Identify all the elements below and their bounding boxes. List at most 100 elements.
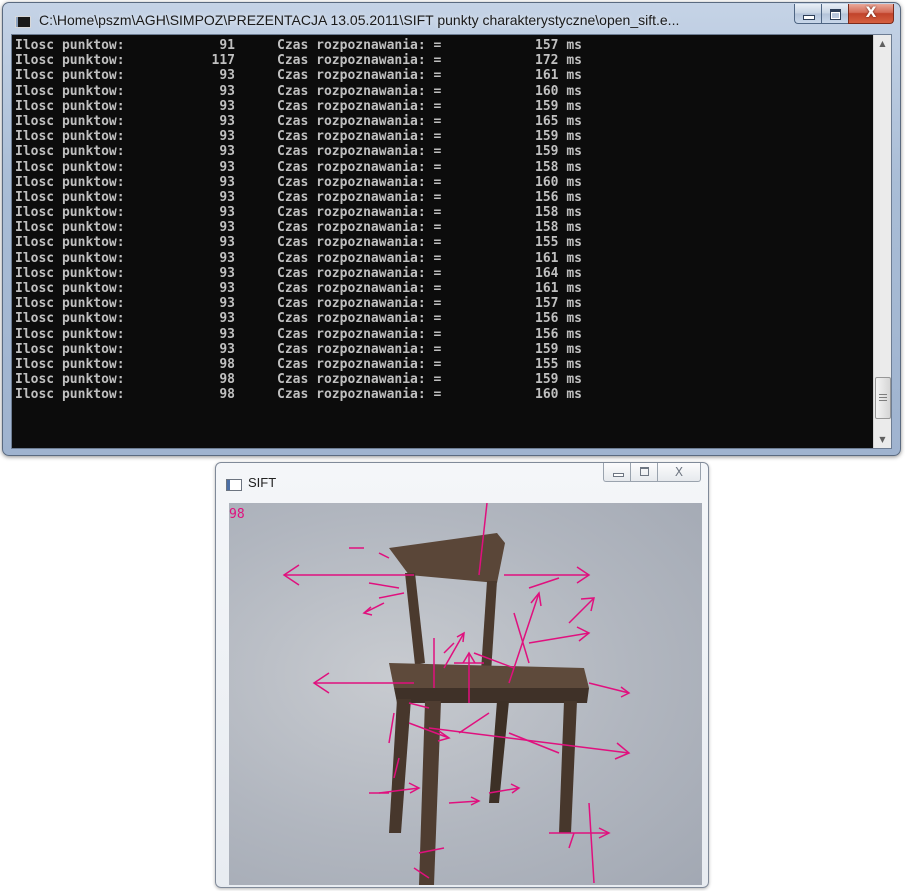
- chair-back-post: [405, 573, 425, 665]
- time-unit: ms: [566, 189, 582, 205]
- points-value: 93: [219, 341, 235, 357]
- time-label: Czas rozpoznawania: =: [277, 205, 442, 221]
- sift-minimize-button[interactable]: [603, 463, 630, 482]
- points-value: 93: [219, 250, 235, 266]
- console-line: Ilosc punktow: 93 Czas rozpoznawania: = 158…: [15, 160, 870, 175]
- time-number: 158: [535, 205, 559, 221]
- console-window-title: C:\Home\pszm\AGH\SIMPOZ\PREZENTACJA 13.0…: [39, 12, 680, 28]
- time-number: 158: [535, 220, 559, 236]
- console-titlebar[interactable]: C:\Home\pszm\AGH\SIMPOZ\PREZENTACJA 13.0…: [3, 3, 900, 35]
- points-value: 93: [219, 265, 235, 281]
- maximize-icon: [640, 467, 649, 476]
- time-number: 155: [535, 235, 559, 251]
- close-icon: X: [865, 5, 877, 21]
- time-label: Czas rozpoznawania: =: [277, 356, 442, 372]
- console-line: Ilosc punktow: 98 Czas rozpoznawania: = 160…: [15, 387, 870, 402]
- points-value: 91: [219, 38, 235, 53]
- time-unit: ms: [566, 129, 582, 145]
- time-value: 160 ms: [535, 175, 582, 190]
- app-window-icon[interactable]: [226, 479, 242, 491]
- time-label: Czas rozpoznawania: =: [277, 53, 442, 69]
- minimize-icon: [613, 473, 624, 477]
- time-unit: ms: [566, 220, 582, 236]
- sift-maximize-button[interactable]: [630, 463, 657, 482]
- time-unit: ms: [566, 38, 582, 53]
- time-number: 157: [535, 296, 559, 312]
- time-value: 161 ms: [535, 281, 582, 296]
- chevron-down-icon[interactable]: ▼: [874, 431, 891, 448]
- points-label: Ilosc punktow:: [15, 311, 125, 327]
- time-label: Czas rozpoznawania: =: [277, 311, 442, 327]
- console-line: Ilosc punktow: 93 Czas rozpoznawania: = 161…: [15, 251, 870, 266]
- points-value: 93: [219, 281, 235, 296]
- time-label: Czas rozpoznawania: =: [277, 220, 442, 236]
- console-line: Ilosc punktow: 93 Czas rozpoznawania: = 159…: [15, 129, 870, 144]
- console-minimize-button[interactable]: [794, 4, 821, 24]
- time-number: 159: [535, 341, 559, 357]
- scrollbar-thumb[interactable]: [875, 377, 891, 419]
- console-line: Ilosc punktow: 93 Czas rozpoznawania: = 165…: [15, 114, 870, 129]
- console-line: Ilosc punktow: 93 Czas rozpoznawania: = 159…: [15, 342, 870, 357]
- time-unit: ms: [566, 311, 582, 327]
- console-lines: Ilosc punktow: 91 Czas rozpoznawania: = 157…: [15, 38, 870, 403]
- sift-window: SIFT X 98: [215, 462, 709, 888]
- console-output-area[interactable]: Ilosc punktow: 91 Czas rozpoznawania: = 157…: [11, 34, 892, 449]
- time-value: 155 ms: [535, 235, 582, 250]
- points-label: Ilosc punktow:: [15, 98, 125, 114]
- time-number: 156: [535, 189, 559, 205]
- points-value: 93: [219, 174, 235, 190]
- points-label: Ilosc punktow:: [15, 387, 125, 403]
- time-number: 165: [535, 113, 559, 129]
- time-value: 157 ms: [535, 296, 582, 311]
- points-value: 93: [219, 68, 235, 84]
- console-line: Ilosc punktow: 93 Czas rozpoznawania: = 160…: [15, 175, 870, 190]
- time-number: 161: [535, 250, 559, 266]
- points-label: Ilosc punktow:: [15, 341, 125, 357]
- time-unit: ms: [566, 296, 582, 312]
- time-number: 161: [535, 281, 559, 296]
- points-value: 93: [219, 326, 235, 342]
- time-unit: ms: [566, 174, 582, 190]
- time-unit: ms: [566, 159, 582, 175]
- time-label: Czas rozpoznawania: =: [277, 98, 442, 114]
- time-label: Czas rozpoznawania: =: [277, 113, 442, 129]
- console-line: Ilosc punktow: 93 Czas rozpoznawania: = 158…: [15, 205, 870, 220]
- sift-close-button[interactable]: X: [657, 463, 701, 482]
- time-value: 158 ms: [535, 160, 582, 175]
- time-label: Czas rozpoznawania: =: [277, 326, 442, 342]
- time-number: 159: [535, 144, 559, 160]
- points-label: Ilosc punktow:: [15, 235, 125, 251]
- vertical-scrollbar[interactable]: ▲ ▼: [873, 35, 891, 448]
- points-label: Ilosc punktow:: [15, 205, 125, 221]
- time-number: 156: [535, 326, 559, 342]
- chevron-up-icon[interactable]: ▲: [874, 35, 891, 52]
- time-label: Czas rozpoznawania: =: [277, 189, 442, 205]
- points-value: 93: [219, 189, 235, 205]
- console-line: Ilosc punktow: 98 Czas rozpoznawania: = 159…: [15, 372, 870, 387]
- points-label: Ilosc punktow:: [15, 220, 125, 236]
- time-number: 159: [535, 98, 559, 114]
- sift-point-count: 98: [229, 507, 245, 522]
- chair-seat: [389, 663, 589, 688]
- time-unit: ms: [566, 265, 582, 281]
- console-line: Ilosc punktow: 93 Czas rozpoznawania: = 164…: [15, 266, 870, 281]
- time-unit: ms: [566, 356, 582, 372]
- points-value: 93: [219, 98, 235, 114]
- time-value: 161 ms: [535, 68, 582, 83]
- time-unit: ms: [566, 372, 582, 388]
- points-label: Ilosc punktow:: [15, 372, 125, 388]
- time-value: 155 ms: [535, 357, 582, 372]
- time-label: Czas rozpoznawania: =: [277, 341, 442, 357]
- points-label: Ilosc punktow:: [15, 53, 125, 69]
- time-value: 156 ms: [535, 311, 582, 326]
- time-unit: ms: [566, 235, 582, 251]
- console-close-button[interactable]: X: [848, 4, 894, 24]
- time-unit: ms: [566, 83, 582, 99]
- time-value: 161 ms: [535, 251, 582, 266]
- console-maximize-button[interactable]: [821, 4, 848, 24]
- points-value: 98: [219, 387, 235, 403]
- time-label: Czas rozpoznawania: =: [277, 174, 442, 190]
- time-value: 158 ms: [535, 205, 582, 220]
- points-label: Ilosc punktow:: [15, 38, 125, 53]
- console-app-icon[interactable]: [15, 16, 31, 28]
